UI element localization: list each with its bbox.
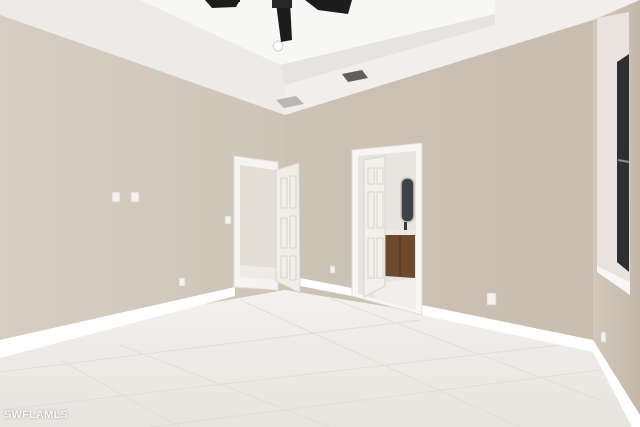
vanity-countertop [384,230,416,235]
left-doorway-opening [240,165,276,280]
recessed-light-icon [272,40,284,52]
floor-outlet-left [178,277,186,287]
outlet-plate [130,191,140,203]
room-photo: SWFLAMLS [0,0,640,427]
floor-outlet-right-wall [600,331,607,343]
small-switch-plate [224,215,232,225]
floor-outlet-right [486,292,497,306]
faucet [404,222,407,230]
window-frame [617,54,629,272]
room-illustration [0,0,640,427]
floor-outlet-back [329,265,336,274]
bathroom-mirror [400,177,415,223]
light-switch-plate [111,191,121,203]
watermark-logo: SWFLAMLS [4,409,68,421]
